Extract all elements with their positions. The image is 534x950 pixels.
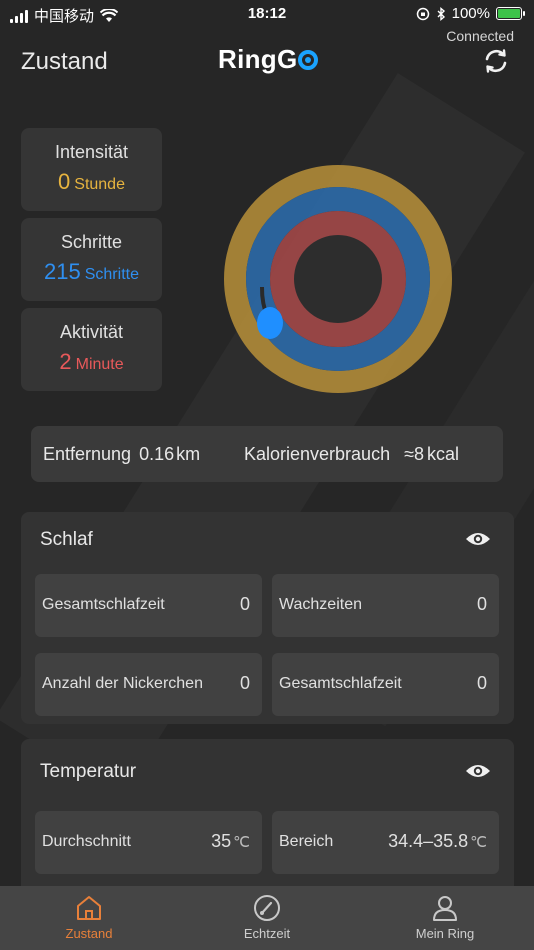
cell-label: Durchschnitt <box>42 833 131 850</box>
page-title: Zustand <box>21 48 108 75</box>
temperature-section: Temperatur Durchschnitt 35 ℃ Bereich 34.4… <box>21 739 514 899</box>
calories-label: Kalorienverbrauch <box>244 444 391 464</box>
cell-label: Gesamtschlafzeit <box>279 675 402 692</box>
cell-value: 0 <box>239 594 250 614</box>
sleep-cell: Anzahl der Nickerchen 0 <box>35 653 262 716</box>
tab-label: Mein Ring <box>415 926 475 941</box>
stat-label: Aktivität <box>59 322 124 342</box>
cell-label: Gesamtschlafzeit <box>42 596 165 613</box>
tab-label: Zustand <box>65 926 113 941</box>
person-icon <box>433 896 457 921</box>
ringgo-logo: RingG <box>218 44 318 75</box>
distance-calories-bar: Entfernung 0.16 km Kalorienverbrauch ≈8 kcal <box>31 426 503 482</box>
activity-rings <box>224 165 452 393</box>
stat-unit: Minute <box>75 356 124 373</box>
distance: Entfernung 0.16 km <box>43 444 200 465</box>
stat-card-steps[interactable]: Schritte 215 Schritte <box>21 218 162 301</box>
stat-value: 215 Schritte <box>21 259 162 285</box>
temperature-unit: ℃ <box>233 834 250 851</box>
stat-card-intensity[interactable]: Intensität 0 Stunde <box>21 128 162 211</box>
eye-icon[interactable] <box>465 763 491 779</box>
tab-label: Echtzeit <box>243 926 291 941</box>
bluetooth-icon <box>437 6 445 21</box>
sync-button[interactable] <box>482 47 510 75</box>
battery-percentage: 100% <box>451 5 490 22</box>
temperature-cell: Bereich 34.4–35.8 ℃ <box>272 811 499 874</box>
sleep-cell: Gesamtschlafzeit 0 <box>272 653 499 716</box>
activity-ring <box>270 211 406 347</box>
calories-unit: kcal <box>426 444 459 464</box>
logo-o-icon <box>297 50 318 70</box>
temperature-unit: ℃ <box>470 834 487 851</box>
temperature-value: 35 <box>211 831 232 851</box>
status-bar: 中国移动 18:12 100% <box>0 0 534 28</box>
tab-zustand[interactable]: Zustand <box>0 886 178 950</box>
distance-label: Entfernung <box>43 444 132 464</box>
sleep-cell: Gesamtschlafzeit 0 <box>35 574 262 637</box>
cell-value: 0 <box>476 594 487 614</box>
sleep-cell: Wachzeiten 0 <box>272 574 499 637</box>
connection-status: Connected <box>446 28 514 44</box>
orientation-lock-icon <box>416 7 429 20</box>
progress-marker <box>257 307 283 339</box>
stat-card-activity[interactable]: Aktivität 2 Minute <box>21 308 162 391</box>
section-title: Temperatur <box>40 761 137 782</box>
eye-icon[interactable] <box>465 531 491 547</box>
tab-bar: Zustand Echtzeit Mein Ring <box>0 886 534 950</box>
temperature-value: 34.4–35.8 <box>388 831 469 851</box>
battery-icon <box>496 7 525 20</box>
cell-value: 0 <box>239 673 250 693</box>
cell-label: Wachzeiten <box>279 596 362 613</box>
sleep-section: Schlaf Gesamtschlafzeit 0 Wachzeiten 0 A… <box>21 512 514 724</box>
tab-echtzeit[interactable]: Echtzeit <box>178 886 356 950</box>
logo-text: RingG <box>218 44 298 74</box>
temperature-cell: Durchschnitt 35 ℃ <box>35 811 262 874</box>
stat-number: 215 <box>44 259 81 284</box>
status-right: 100% <box>416 5 525 22</box>
stat-unit: Schritte <box>84 266 139 283</box>
gauge-icon <box>254 895 280 921</box>
calories: Kalorienverbrauch ≈8 kcal <box>244 444 459 465</box>
distance-unit: km <box>176 444 201 464</box>
cell-value: 0 <box>476 673 487 693</box>
tab-mein-ring[interactable]: Mein Ring <box>356 886 534 950</box>
stat-value: 0 Stunde <box>21 169 162 195</box>
cell-value: 34.4–35.8 ℃ <box>388 831 487 852</box>
cell-value: 35 ℃ <box>211 831 250 852</box>
stat-unit: Stunde <box>74 176 125 193</box>
distance-value: 0.16 <box>139 444 175 464</box>
stat-number: 0 <box>58 169 71 194</box>
home-icon <box>77 896 101 920</box>
stat-label: Schritte <box>60 232 123 252</box>
stat-number: 2 <box>59 349 72 374</box>
stat-label: Intensität <box>54 142 129 162</box>
cell-label: Anzahl der Nickerchen <box>42 675 203 692</box>
calories-value: ≈8 <box>404 444 424 464</box>
section-title: Schlaf <box>40 529 93 550</box>
stat-value: 2 Minute <box>21 349 162 375</box>
cell-label: Bereich <box>279 833 334 850</box>
